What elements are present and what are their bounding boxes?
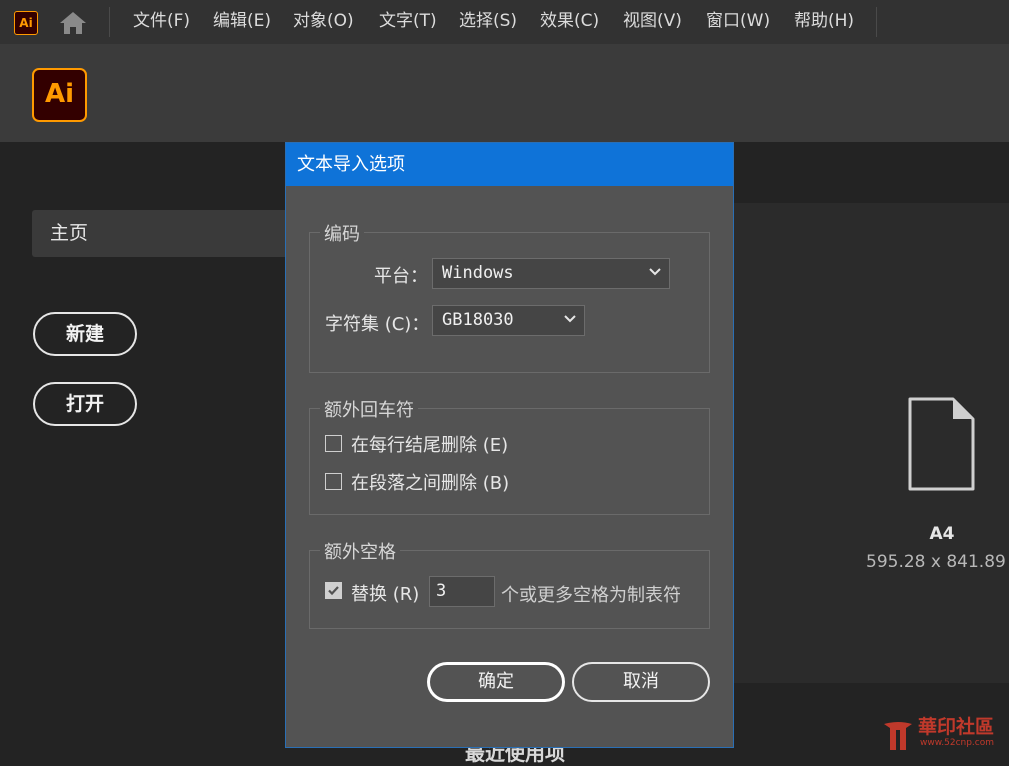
watermark-logo-icon xyxy=(884,722,912,750)
charset-label: 字符集 (C)： xyxy=(325,314,430,335)
menu-select[interactable]: 选择(S) xyxy=(459,0,517,44)
platform-select[interactable]: Windows xyxy=(432,258,670,289)
remove-at-line-end-label[interactable]: 在每行结尾删除 (E) xyxy=(351,431,508,457)
replace-label[interactable]: 替换 (R) xyxy=(351,580,419,606)
remove-at-line-end-checkbox[interactable] xyxy=(325,435,342,452)
remove-between-paragraphs-checkbox[interactable] xyxy=(325,473,342,490)
header-band xyxy=(0,44,1009,142)
remove-between-paragraphs-label[interactable]: 在段落之间删除 (B) xyxy=(351,469,509,495)
open-button[interactable]: 打开 xyxy=(33,382,137,426)
watermark-text: 華印社區 xyxy=(918,716,995,738)
replace-spaces-checkbox[interactable] xyxy=(325,582,342,599)
home-icon[interactable] xyxy=(58,10,88,36)
menubar-divider xyxy=(876,7,877,37)
chevron-down-icon xyxy=(649,268,661,276)
document-icon[interactable] xyxy=(905,396,977,492)
space-count-input[interactable]: 3 xyxy=(429,576,495,607)
menu-type[interactable]: 文字(T) xyxy=(379,0,437,44)
menu-object[interactable]: 对象(O) xyxy=(293,0,354,44)
replace-suffix-label: 个或更多空格为制表符 xyxy=(501,585,681,606)
extra-returns-group-title: 额外回车符 xyxy=(320,396,418,422)
watermark-url: www.52cnp.com xyxy=(920,738,995,748)
extra-returns-group xyxy=(309,408,710,515)
menubar-divider xyxy=(109,7,110,37)
sidebar-item-home-label: 主页 xyxy=(50,222,89,244)
menu-edit[interactable]: 编辑(E) xyxy=(213,0,271,44)
menu-help[interactable]: 帮助(H) xyxy=(794,0,854,44)
platform-label: 平台： xyxy=(374,266,428,287)
charset-select-value: GB18030 xyxy=(442,310,514,330)
encoding-group xyxy=(309,232,710,373)
encoding-group-title: 编码 xyxy=(320,220,364,246)
cancel-button[interactable]: 取消 xyxy=(572,662,710,702)
preset-name[interactable]: A4 xyxy=(880,524,1004,544)
menu-view[interactable]: 视图(V) xyxy=(623,0,682,44)
preset-size: 595.28 x 841.89 p xyxy=(866,552,1009,572)
menu-file[interactable]: 文件(F) xyxy=(133,0,190,44)
checkmark-icon xyxy=(328,586,339,596)
charset-select[interactable]: GB18030 xyxy=(432,305,585,336)
new-button[interactable]: 新建 xyxy=(33,312,137,356)
chevron-down-icon xyxy=(564,315,576,323)
illustrator-app-icon[interactable]: Ai xyxy=(14,11,38,35)
platform-select-value: Windows xyxy=(442,263,514,283)
menu-effect[interactable]: 效果(C) xyxy=(540,0,599,44)
dialog-title: 文本导入选项 xyxy=(297,154,405,175)
ok-button[interactable]: 确定 xyxy=(427,662,565,702)
extra-spaces-group-title: 额外空格 xyxy=(320,538,400,564)
menu-window[interactable]: 窗口(W) xyxy=(706,0,770,44)
illustrator-logo: Ai xyxy=(32,68,87,122)
